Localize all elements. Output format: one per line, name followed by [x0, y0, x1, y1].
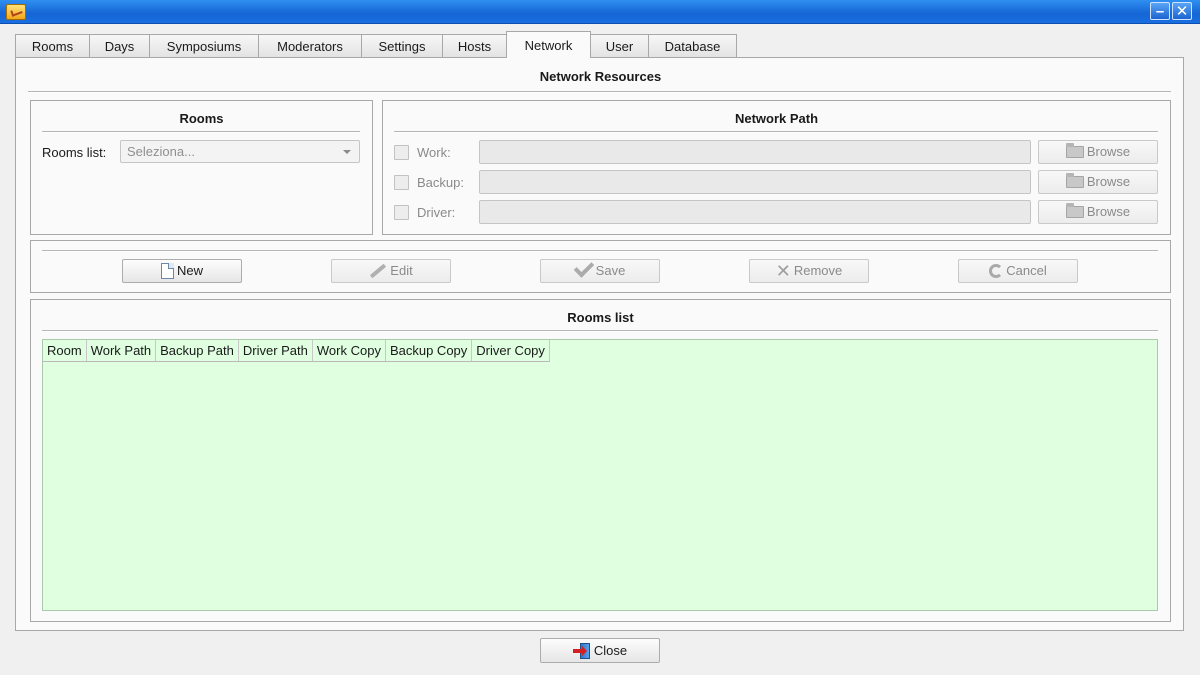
tab-settings[interactable]: Settings: [361, 34, 443, 57]
work-browse-button[interactable]: Browse: [1038, 140, 1158, 164]
tab-days[interactable]: Days: [89, 34, 150, 57]
checkmark-icon: [573, 257, 594, 278]
backup-label: Backup:: [417, 175, 464, 190]
driver-path-field[interactable]: [479, 200, 1031, 224]
cancel-label: Cancel: [1006, 263, 1047, 278]
minimize-button[interactable]: –: [1150, 2, 1170, 20]
rooms-table[interactable]: Room Work Path Backup Path Driver Path W…: [42, 339, 1158, 611]
column-header-room[interactable]: Room: [43, 340, 87, 361]
driver-browse-label: Browse: [1086, 204, 1131, 219]
work-checkbox[interactable]: [394, 145, 409, 160]
rooms-list-title: Rooms list: [567, 310, 634, 325]
tab-moderators[interactable]: Moderators: [258, 34, 362, 57]
backup-browse-label: Browse: [1086, 174, 1131, 189]
folder-icon: [1065, 142, 1084, 158]
remove-label: Remove: [793, 263, 843, 278]
title-bar: – ✕: [0, 0, 1200, 24]
rooms-group-divider: [42, 131, 360, 133]
tab-user[interactable]: User: [590, 34, 649, 57]
rooms-list-label: Rooms list:: [42, 145, 107, 160]
column-header-driver-copy[interactable]: Driver Copy: [472, 340, 550, 361]
tab-database[interactable]: Database: [648, 34, 737, 57]
new-label: New: [176, 263, 203, 278]
close-button[interactable]: Close: [540, 638, 660, 663]
edit-label: Edit: [390, 263, 413, 278]
network-path-title: Network Path: [734, 111, 819, 126]
remove-button[interactable]: ✕ Remove: [749, 259, 869, 283]
actions-divider: [42, 250, 1158, 252]
backup-browse-button[interactable]: Browse: [1038, 170, 1158, 194]
undo-icon: [989, 263, 1004, 278]
backup-checkbox[interactable]: [394, 175, 409, 190]
save-button[interactable]: Save: [540, 257, 660, 283]
remove-x-icon: ✕: [775, 260, 791, 281]
exit-icon: [572, 642, 591, 659]
rooms-group-title: Rooms: [179, 111, 224, 126]
rooms-list-divider: [42, 330, 1158, 332]
app-icon: [6, 4, 26, 20]
page-title: Network Resources: [539, 69, 662, 84]
driver-browse-button[interactable]: Browse: [1038, 200, 1158, 224]
actions-group: New Edit Save ✕ Remove Cancel: [30, 240, 1171, 293]
tab-network[interactable]: Network: [506, 31, 591, 58]
folder-icon: [1065, 172, 1084, 188]
table-header: Room Work Path Backup Path Driver Path W…: [43, 340, 550, 362]
column-header-work-copy[interactable]: Work Copy: [313, 340, 386, 361]
save-label: Save: [595, 263, 626, 278]
work-browse-label: Browse: [1086, 144, 1131, 159]
driver-label: Driver:: [417, 205, 456, 220]
driver-checkbox[interactable]: [394, 205, 409, 220]
network-path-group: Network Path Work: Browse Backup: Browse…: [382, 100, 1171, 235]
network-panel: Network Resources Rooms Rooms list: Sele…: [15, 57, 1184, 631]
column-header-work-path[interactable]: Work Path: [87, 340, 157, 361]
column-header-driver-path[interactable]: Driver Path: [239, 340, 313, 361]
pencil-icon: [370, 263, 387, 278]
chevron-down-icon: [343, 150, 351, 154]
work-path-field[interactable]: [479, 140, 1031, 164]
title-divider: [28, 91, 1171, 93]
work-label: Work:: [417, 145, 451, 160]
rooms-select[interactable]: Seleziona...: [120, 140, 360, 163]
network-path-divider: [394, 131, 1158, 133]
column-header-backup-copy[interactable]: Backup Copy: [386, 340, 473, 361]
rooms-select-value: Seleziona...: [127, 144, 195, 159]
column-header-backup-path[interactable]: Backup Path: [156, 340, 239, 361]
window-close-button[interactable]: ✕: [1172, 2, 1192, 20]
tab-symposiums[interactable]: Symposiums: [149, 34, 259, 57]
folder-icon: [1065, 202, 1084, 218]
new-button[interactable]: New: [122, 259, 242, 283]
tab-rooms[interactable]: Rooms: [15, 34, 90, 57]
backup-path-field[interactable]: [479, 170, 1031, 194]
edit-button[interactable]: Edit: [331, 259, 451, 283]
cancel-button[interactable]: Cancel: [958, 259, 1078, 283]
close-label: Close: [593, 643, 628, 658]
tab-hosts[interactable]: Hosts: [442, 34, 507, 57]
rooms-group: Rooms Rooms list: Seleziona...: [30, 100, 373, 235]
new-document-icon: [160, 262, 174, 279]
